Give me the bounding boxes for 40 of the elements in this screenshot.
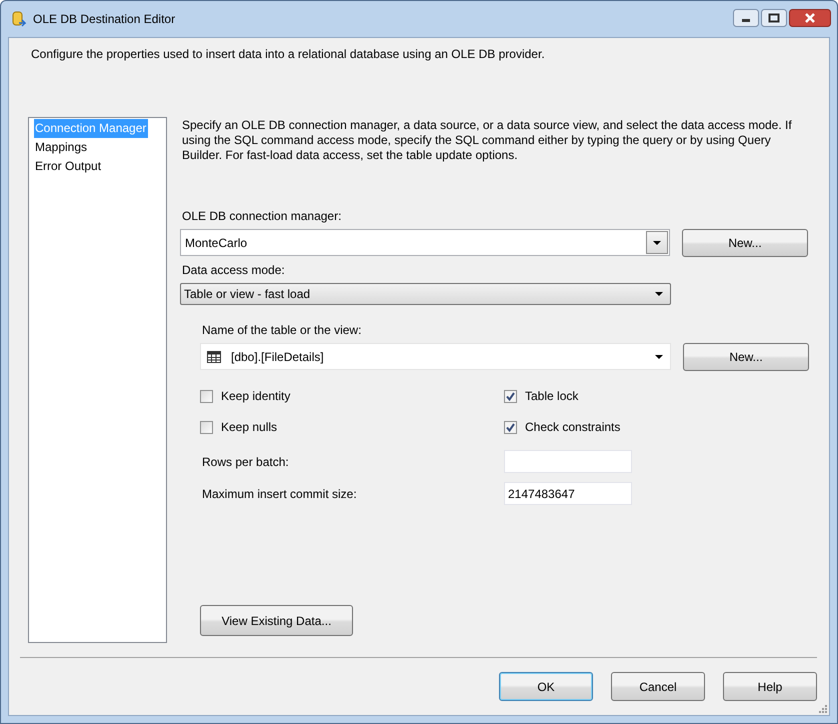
dropdown-arrow-icon [655, 292, 663, 296]
field-label: OLE DB connection manager: [182, 209, 342, 223]
description-text: Configure the properties used to insert data into a relational database using an OLE DB provider. [31, 47, 546, 63]
resize-grip-icon [819, 705, 827, 713]
maximize-icon[interactable] [761, 9, 787, 27]
database-icon [10, 11, 26, 27]
table-dropdown[interactable]: [dbo].[FileDetails] [200, 343, 671, 370]
new-button[interactable]: New... [682, 229, 808, 257]
checkbox-label: Check constraints [525, 420, 620, 434]
checkmark-icon [506, 392, 515, 400]
checkbox-label: Table lock [525, 389, 578, 403]
dropdown-arrow-icon [655, 354, 663, 358]
minimize-icon[interactable] [733, 9, 759, 27]
window-title: OLE DB Destination Editor [33, 12, 176, 26]
sidebar-item[interactable]: Mappings [34, 138, 90, 157]
field-label: Name of the table or the view: [202, 323, 362, 337]
table-grid-icon [207, 350, 221, 362]
checkbox[interactable] [200, 420, 213, 434]
connection-dropdown[interactable]: MonteCarlo [180, 229, 670, 256]
input-field[interactable] [504, 450, 632, 473]
view-data-button[interactable]: View Existing Data... [200, 605, 353, 636]
sidebar-item[interactable]: Error Output [34, 157, 104, 176]
dropdown-arrow-icon [653, 240, 661, 244]
close-icon[interactable] [789, 9, 831, 27]
checkbox[interactable] [504, 420, 517, 434]
checkbox[interactable] [504, 390, 517, 402]
input-field[interactable]: 2147483647 [504, 482, 632, 505]
checkbox-label: Keep nulls [221, 420, 278, 434]
access-mode-dropdown[interactable]: Table or view - fast load [180, 283, 671, 305]
instructions-text: Specify an OLE DB connection manager, a data source, or a data source view, and select the data access mode. If using the SQL command access mode, specify the SQL command either by typing the query or by using Query Builder. For fast-load data access, set the table update options. [182, 118, 793, 163]
checkbox-label: Keep identity [221, 389, 290, 403]
new-button[interactable]: New... [683, 343, 809, 371]
dialog-button[interactable]: OK [499, 672, 593, 701]
dialog-button[interactable]: Cancel [611, 672, 705, 701]
checkmark-icon [506, 422, 515, 432]
dialog-button[interactable]: Help [723, 672, 817, 701]
field-label: Rows per batch: [201, 454, 290, 468]
field-label: Maximum insert commit size: [201, 486, 358, 500]
checkbox[interactable] [200, 390, 213, 402]
field-label: Data access mode: [182, 263, 286, 277]
